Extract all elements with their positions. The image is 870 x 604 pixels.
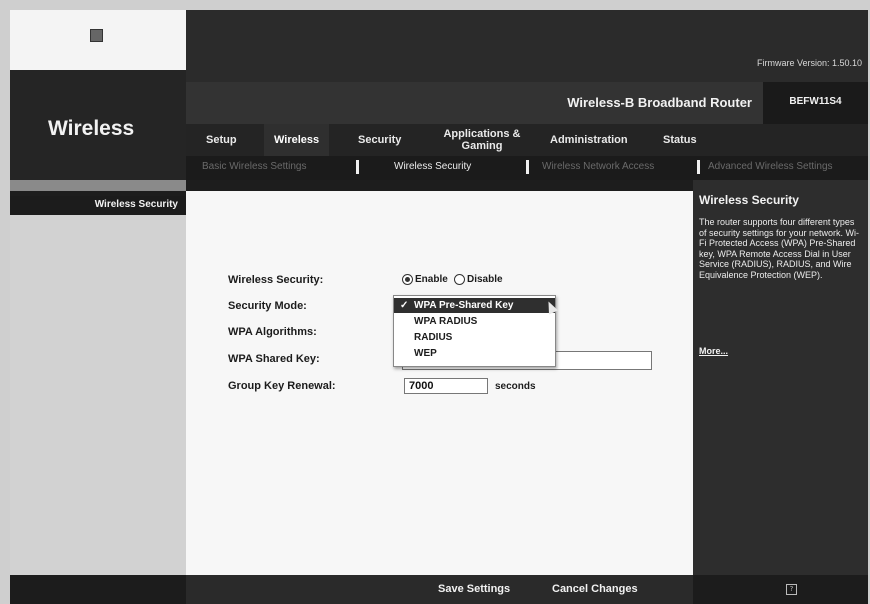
tab-administration[interactable]: Administration [550, 134, 628, 146]
section-title: Wireless [48, 117, 135, 140]
help-panel: Wireless Security The router supports fo… [693, 180, 868, 575]
tab-wireless[interactable]: Wireless [264, 124, 330, 156]
security-mode-option[interactable]: WPA RADIUS [394, 314, 555, 329]
wpa-algorithms-label: WPA Algorithms: [228, 326, 317, 338]
left-stripe [10, 180, 186, 191]
firmware-version: Firmware Version: 1.50.10 [756, 58, 862, 68]
subtab-separator [526, 160, 529, 174]
more-link[interactable]: More... [699, 346, 728, 356]
router-name-bar: Wireless-B Broadband Router BEFW11S4 [186, 82, 868, 124]
security-mode-option[interactable]: RADIUS [394, 330, 555, 345]
tab-security[interactable]: Security [358, 134, 401, 146]
enable-radio-label[interactable]: Enable [415, 274, 448, 285]
subtab-wireless-network-access[interactable]: Wireless Network Access [542, 161, 654, 172]
security-mode-option[interactable]: ✓ WPA Pre-Shared Key [394, 298, 555, 313]
option-label: WPA Pre-Shared Key [414, 300, 514, 311]
tab-applications-gaming[interactable]: Applications & Gaming [438, 128, 526, 152]
router-name: Wireless-B Broadband Router [567, 95, 752, 110]
check-icon: ✓ [400, 300, 409, 311]
sidebar-section-text: Wireless Security [94, 199, 178, 210]
enable-radio[interactable] [402, 274, 413, 285]
renewal-unit: seconds [495, 381, 536, 392]
disable-radio-label[interactable]: Disable [467, 274, 503, 285]
subtab-basic-wireless-settings[interactable]: Basic Wireless Settings [202, 161, 306, 172]
footer-buttons: Save Settings Cancel Changes [186, 575, 693, 604]
section-title-panel: Wireless [10, 70, 186, 180]
subtab-advanced-wireless-settings[interactable]: Advanced Wireless Settings [708, 161, 833, 172]
tab-setup[interactable]: Setup [206, 134, 237, 146]
router-admin-page: Firmware Version: 1.50.10 Wireless Wirel… [10, 10, 868, 604]
sidebar-section-label: Wireless Security [10, 196, 186, 215]
sub-tabs: Basic Wireless Settings Wireless Securit… [186, 156, 868, 180]
wpa-shared-key-label: WPA Shared Key: [228, 353, 320, 365]
logo-area [10, 10, 186, 70]
subtab-separator [697, 160, 700, 174]
group-key-renewal-label: Group Key Renewal: [228, 380, 336, 392]
help-icon[interactable]: ? [786, 584, 797, 595]
subtab-separator [356, 160, 359, 174]
cancel-changes-button[interactable]: Cancel Changes [552, 583, 638, 595]
subtab-wireless-security[interactable]: Wireless Security [394, 161, 471, 172]
group-key-renewal-field[interactable]: 7000 [404, 378, 488, 394]
wireless-security-label: Wireless Security: [228, 274, 324, 286]
content-stripe [186, 180, 693, 191]
settings-form: Wireless Security: Enable Disable Securi… [186, 191, 693, 575]
left-panel [10, 215, 186, 575]
help-title: Wireless Security [699, 193, 799, 207]
disable-radio[interactable] [454, 274, 465, 285]
model-box: BEFW11S4 [763, 82, 868, 124]
header-band: Firmware Version: 1.50.10 [186, 10, 868, 82]
security-mode-label: Security Mode: [228, 300, 307, 312]
tab-status[interactable]: Status [663, 134, 697, 146]
security-mode-option[interactable]: WEP [394, 346, 555, 361]
model-number: BEFW11S4 [789, 96, 842, 107]
main-tabs: Setup Wireless Security Applications & G… [186, 124, 868, 156]
help-text: The router supports four different types… [699, 217, 860, 280]
security-mode-dropdown[interactable]: ✓ WPA Pre-Shared Key WPA RADIUS RADIUS W… [393, 295, 556, 367]
save-settings-button[interactable]: Save Settings [438, 583, 510, 595]
logo-icon [90, 29, 103, 42]
